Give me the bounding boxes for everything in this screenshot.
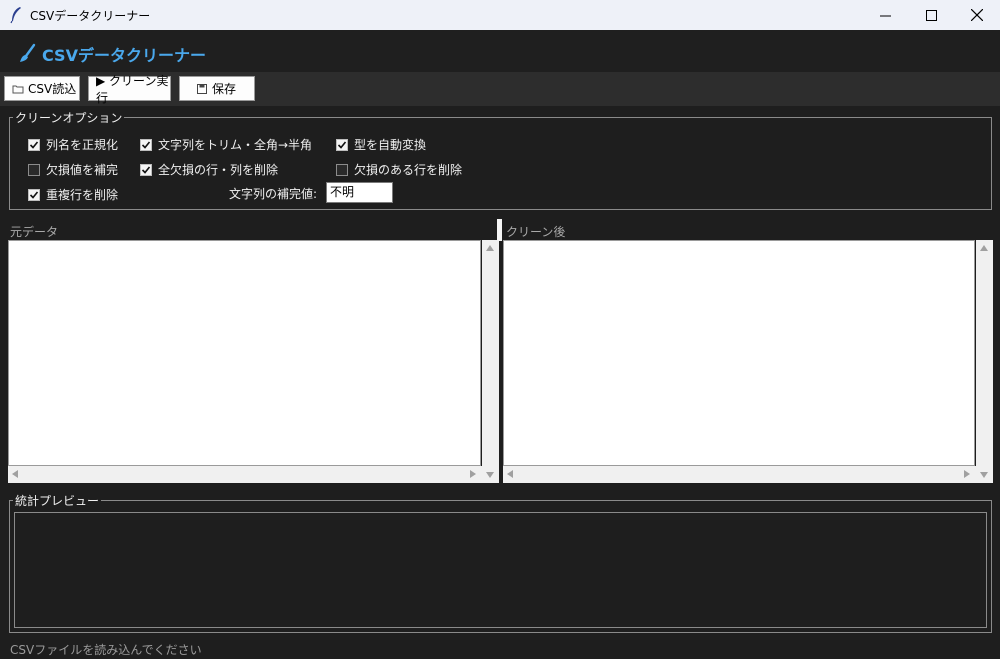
original-pane-label: 元データ [10,225,59,239]
fill-value-label: 文字列の補完値: [229,187,318,201]
maximize-button[interactable] [908,0,954,30]
minimize-icon [879,15,891,16]
cleaned-data-text[interactable] [503,240,975,466]
checkbox-unchecked-icon[interactable] [336,163,348,176]
toolbar: CSV読込 ▶ クリーン実行 保存 [0,72,1000,106]
option-label: 文字列をトリム・全角→半角 [158,138,313,152]
option-label: 欠損のある行を削除 [354,163,463,177]
save-button[interactable]: 保存 [179,76,255,101]
fill-value-input[interactable]: 不明 [326,182,393,203]
checkbox-checked-icon[interactable] [140,138,152,151]
window-title: CSVデータクリーナー [30,9,151,23]
app-title: CSVデータクリーナー [42,46,206,65]
scroll-left-icon[interactable] [12,470,18,478]
folder-icon [12,85,24,93]
scroll-up-icon[interactable] [486,245,494,251]
checkbox-unchecked-icon[interactable] [28,163,40,176]
clean-options-legend: クリーンオプション [13,109,125,126]
scroll-right-icon[interactable] [964,470,970,478]
stats-preview-legend: 統計プレビュー [13,492,102,509]
option-checkbox[interactable]: 欠損のある行を削除 [336,161,462,178]
option-checkbox[interactable]: 重複行を削除 [28,186,118,203]
app-header: CSVデータクリーナー [0,30,1000,72]
option-label: 全欠損の行・列を削除 [158,163,279,177]
load-csv-button[interactable]: CSV読込 [4,76,80,101]
load-csv-label: CSV読込 [28,82,77,96]
brush-icon [20,43,36,62]
checkbox-checked-icon[interactable] [336,138,348,151]
floppy-icon [197,83,207,94]
scroll-left-icon[interactable] [507,470,513,478]
clean-options-group: クリーンオプション 列名を正規化 文字列をトリム・全角→半角 型を自動変換欠損値を補… [9,109,992,210]
scroll-down-icon[interactable] [980,472,988,478]
cleaned-hscroll[interactable] [503,466,976,483]
cleaned-pane-label: クリーン後 [506,225,566,239]
original-data-text[interactable] [8,240,481,466]
stats-preview-group: 統計プレビュー [9,492,992,633]
run-clean-label: ▶ クリーン実行 [96,73,169,105]
window-titlebar: CSVデータクリーナー [0,0,1000,30]
option-checkbox[interactable]: 文字列をトリム・全角→半角 [140,136,312,153]
option-checkbox[interactable]: 型を自動変換 [336,136,426,153]
feather-icon [10,7,21,24]
option-checkbox[interactable]: 欠損値を補完 [28,161,118,178]
original-scroll-corner [482,466,499,483]
status-text: CSVファイルを読み込んでください [10,643,202,657]
option-label: 列名を正規化 [46,138,119,152]
close-button[interactable] [954,0,1000,30]
minimize-button[interactable] [862,0,908,30]
option-checkbox[interactable]: 列名を正規化 [28,136,118,153]
cleaned-scroll-corner [976,466,993,483]
pane-splitter[interactable] [497,219,502,241]
option-label: 重複行を削除 [46,188,119,202]
scroll-down-icon[interactable] [486,472,494,478]
run-clean-button[interactable]: ▶ クリーン実行 [88,74,171,105]
scroll-up-icon[interactable] [980,245,988,251]
checkbox-checked-icon[interactable] [140,163,152,176]
maximize-icon [925,9,937,21]
close-icon [971,9,983,21]
save-label: 保存 [212,82,237,96]
option-label: 型を自動変換 [354,138,427,152]
option-checkbox[interactable]: 全欠損の行・列を削除 [140,161,278,178]
scroll-right-icon[interactable] [470,470,476,478]
option-label: 欠損値を補完 [46,163,119,177]
stats-preview-text[interactable] [14,512,987,628]
original-hscroll[interactable] [8,466,482,483]
cleaned-vscroll[interactable] [976,240,993,466]
original-vscroll[interactable] [482,240,499,466]
checkbox-checked-icon[interactable] [28,138,40,151]
checkbox-checked-icon[interactable] [28,188,40,201]
